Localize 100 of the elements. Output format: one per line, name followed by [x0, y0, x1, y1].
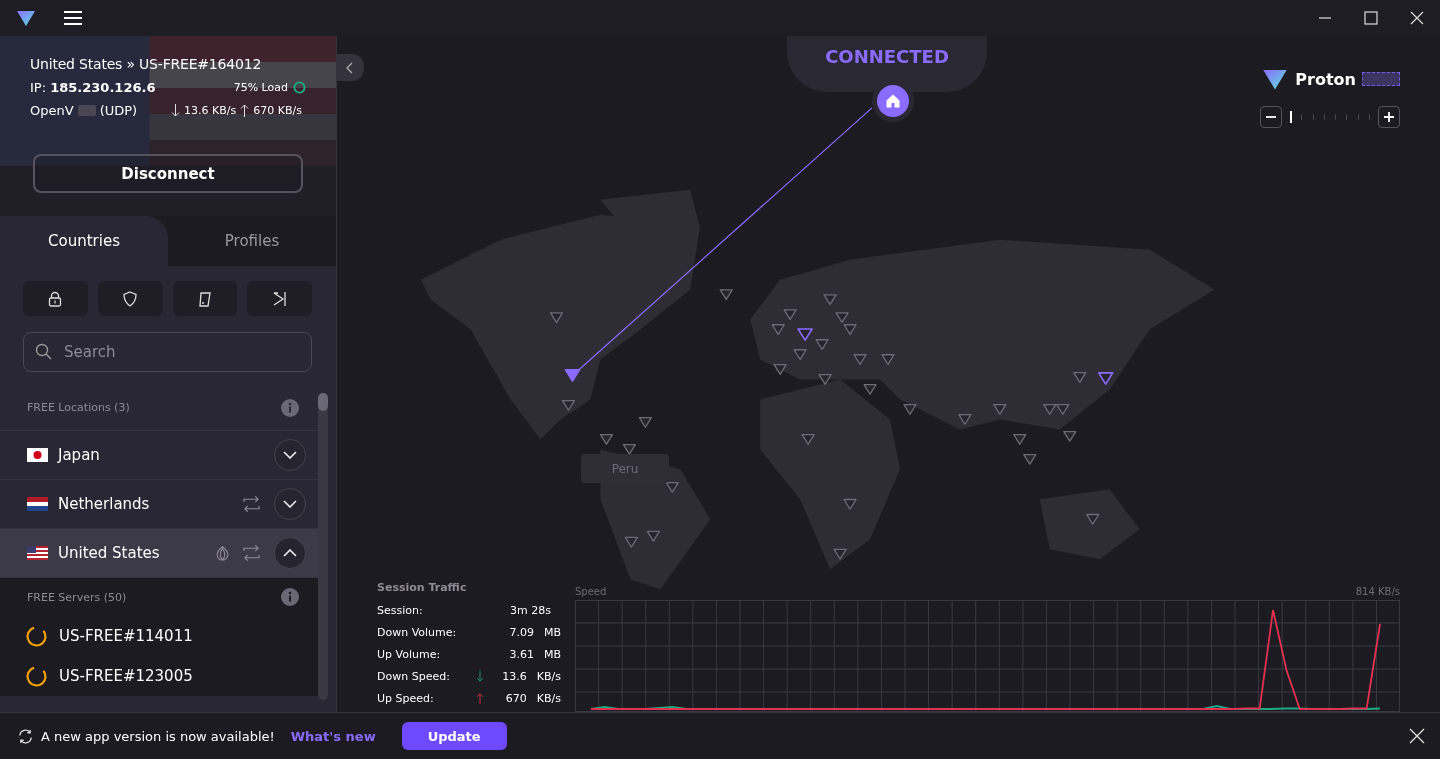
up-arrow-icon [475, 692, 484, 704]
chart-max-label: 814 KB/s [1355, 586, 1400, 597]
country-tooltip: Peru [581, 454, 669, 483]
stat-label: Down Speed: [377, 669, 451, 683]
server-pin-icon[interactable] [843, 498, 857, 510]
server-pin-icon[interactable] [853, 354, 867, 365]
chevron-down-icon [283, 451, 297, 459]
stat-unit: MB [543, 647, 561, 661]
collapse-button[interactable] [274, 537, 306, 569]
logo-icon [16, 8, 36, 28]
server-pin-icon[interactable] [1073, 372, 1087, 383]
server-pin-icon[interactable] [833, 548, 847, 560]
whats-new-link[interactable]: What's new [290, 728, 376, 744]
server-pin-icon[interactable] [1086, 513, 1100, 525]
server-pin-icon[interactable] [1056, 404, 1070, 415]
chevron-up-icon [283, 549, 297, 557]
expand-button[interactable] [274, 488, 306, 520]
panel-title: Session Traffic [377, 581, 468, 594]
server-pin-icon[interactable] [993, 404, 1007, 415]
connection-status: CONNECTED [825, 46, 949, 69]
logo-text: Proton [1295, 69, 1356, 89]
server-name: US-FREE#123005 [59, 667, 193, 685]
collapse-sidebar-icon[interactable] [336, 54, 364, 81]
server-pin-icon[interactable] [1013, 433, 1027, 445]
lock-icon[interactable] [23, 281, 88, 316]
menu-icon[interactable] [64, 11, 82, 25]
plus-icon [1383, 111, 1395, 123]
flag-icon [27, 497, 48, 511]
chart-title: Speed [575, 586, 607, 597]
server-pin-icon[interactable] [665, 481, 679, 493]
server-pin-icon[interactable] [646, 530, 660, 542]
disconnect-button[interactable]: Disconnect [33, 154, 303, 193]
section-header: FREE Servers (50) [27, 590, 127, 604]
server-pin-icon[interactable] [549, 312, 564, 324]
server-name: US-FREE#114011 [59, 627, 193, 645]
server-pin-icon[interactable] [797, 328, 813, 341]
server-pin-icon[interactable] [561, 400, 576, 411]
update-message: A new app version is now available! [41, 728, 275, 744]
down-arrow-icon [475, 670, 484, 682]
ip-address: IP: 185.230.126.6 [30, 80, 156, 95]
server-pin-icon[interactable] [773, 364, 787, 375]
country-row[interactable]: Japan [0, 431, 318, 480]
server-pin-icon[interactable] [1023, 453, 1037, 465]
stat-value: 13.6 [501, 669, 527, 683]
server-pin-icon[interactable] [881, 354, 895, 365]
server-pin-icon[interactable] [815, 339, 829, 350]
server-pin-icon[interactable] [564, 369, 581, 382]
arrow-to-bar-icon[interactable] [247, 281, 312, 316]
update-button[interactable]: Update [401, 722, 507, 750]
refresh-icon [18, 728, 33, 744]
server-pin-icon[interactable] [783, 309, 797, 321]
stat-label: Session: [377, 603, 424, 617]
server-location: United States » US-FREE#164012 [30, 56, 263, 72]
server-pin-icon[interactable] [823, 294, 837, 306]
server-pin-icon[interactable] [599, 433, 614, 445]
server-pin-icon[interactable] [771, 324, 785, 335]
shield-icon[interactable] [97, 281, 163, 316]
server-pin-icon[interactable] [958, 414, 972, 425]
protocol-type: (UDP) [99, 103, 138, 118]
upload-speed: 670 KB/s [253, 104, 302, 117]
server-pin-icon[interactable] [863, 384, 877, 395]
stat-unit: MB [543, 625, 561, 639]
stat-unit: KB/s [536, 669, 561, 683]
stat-label: Up Volume: [377, 647, 442, 661]
flag-icon [27, 448, 48, 462]
stat-unit: KB/s [536, 691, 561, 705]
server-pin-icon[interactable] [793, 349, 807, 360]
server-row[interactable]: US-FREE#123005 [0, 656, 318, 696]
stat-value: 3.61 [508, 647, 534, 661]
zoom-out-button[interactable] [1260, 106, 1282, 128]
download-speed: 13.6 KB/s [184, 104, 237, 117]
server-pin-icon[interactable] [624, 536, 638, 548]
up-arrow-icon [240, 104, 250, 117]
server-pin-icon[interactable] [903, 404, 917, 415]
server-pin-icon[interactable] [835, 312, 849, 324]
info-icon[interactable] [281, 588, 299, 606]
info-icon[interactable] [281, 398, 299, 417]
server-pin-icon[interactable] [843, 324, 857, 335]
server-row[interactable]: US-FREE#114011 [0, 616, 318, 656]
down-arrow-icon [171, 104, 181, 117]
stat-value: 670 [504, 691, 527, 705]
zoom-slider[interactable] [1290, 111, 1370, 123]
server-pin-icon[interactable] [818, 374, 832, 385]
server-pin-icon[interactable] [1043, 404, 1057, 415]
redaction-block [1362, 72, 1400, 86]
server-pin-icon[interactable] [638, 417, 652, 428]
country-name: Netherlands [58, 495, 151, 513]
server-pin-icon[interactable] [801, 433, 815, 445]
chevron-down-icon [283, 500, 297, 508]
stat-label: Up Speed: [377, 691, 435, 705]
scrollbar[interactable] [318, 393, 328, 700]
country-row[interactable]: United States [0, 529, 318, 578]
zoom-in-button[interactable] [1378, 106, 1400, 128]
protocol: OpenV [30, 103, 74, 118]
expand-button[interactable] [274, 439, 306, 471]
server-pin-icon[interactable] [1097, 372, 1114, 385]
search-field[interactable]: Search [23, 332, 312, 372]
tab[interactable]: Countries [0, 216, 168, 266]
phone-icon[interactable] [172, 281, 238, 316]
server-pin-icon[interactable] [719, 289, 733, 301]
